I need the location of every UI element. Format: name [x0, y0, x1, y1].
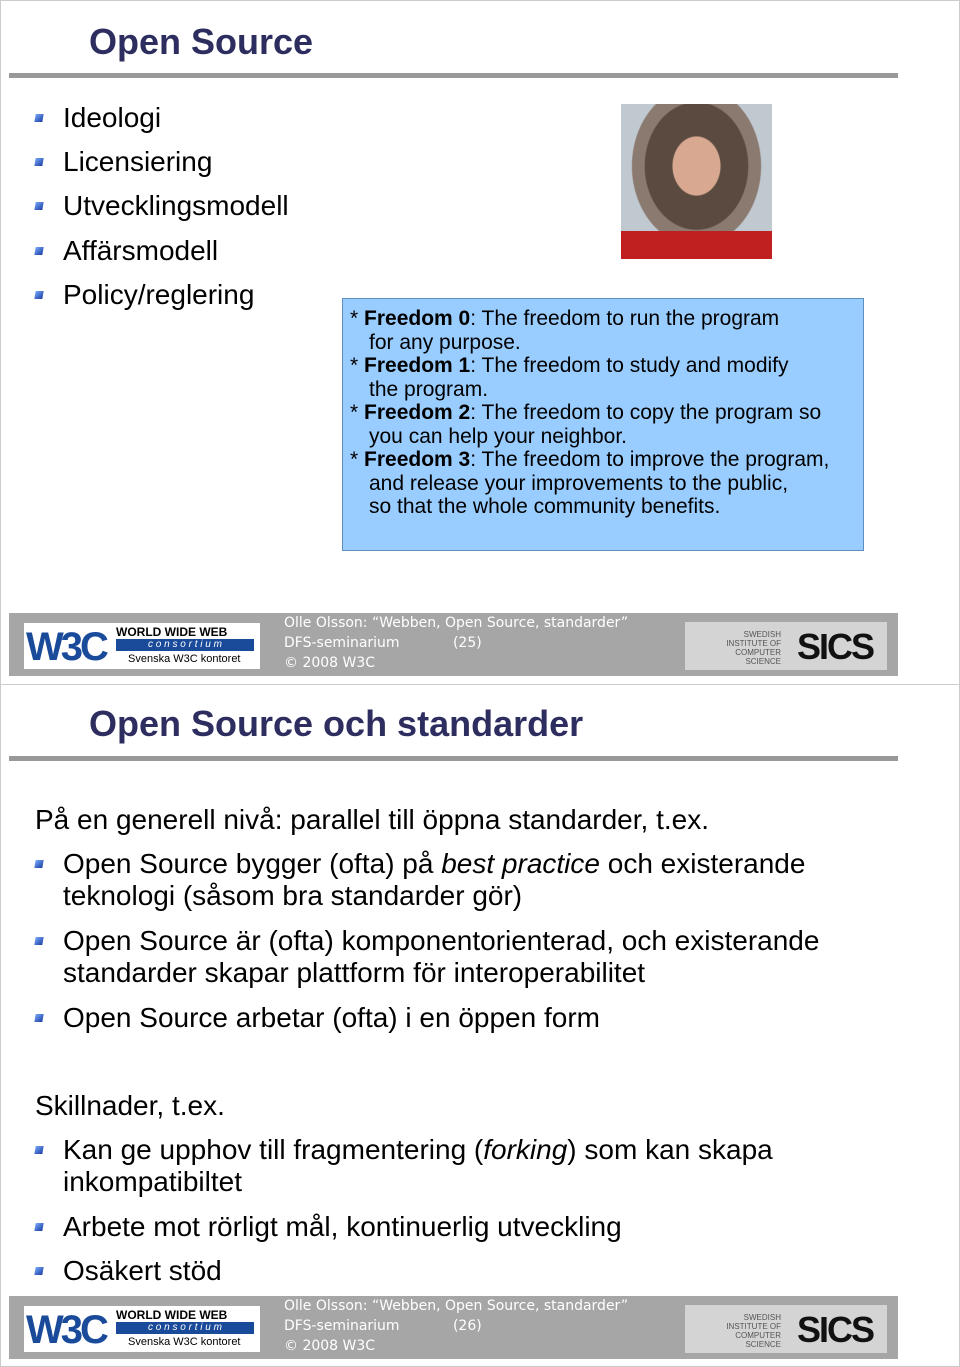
- bullet-item: Kan ge upphov till fragmentering (forkin…: [63, 1134, 773, 1197]
- bullet-item: Osäkert stöd: [63, 1255, 222, 1286]
- bullet-icon: [34, 1267, 44, 1275]
- footer-copyright: © 2008 W3C: [284, 1338, 376, 1354]
- freedoms-box: * Freedom 0: The freedom to run the prog…: [342, 298, 864, 551]
- bullet-item: Utvecklingsmodell: [63, 190, 289, 221]
- title-divider: [9, 73, 898, 78]
- slide-footer: W3C WORLD WIDE WEB c o n s o r t i u m S…: [9, 1296, 898, 1359]
- slide-footer: W3C WORLD WIDE WEB c o n s o r t i u m S…: [9, 613, 898, 676]
- bullet-icon: [34, 291, 44, 299]
- bullet-item: Ideologi: [63, 102, 162, 133]
- bullet-icon: [34, 937, 44, 945]
- slide-title: Open Source: [89, 21, 314, 62]
- bullet-icon: [34, 1146, 44, 1154]
- footer-copyright: © 2008 W3C: [284, 655, 376, 671]
- footer-event: DFS-seminarium (25): [284, 635, 482, 651]
- footer-event: DFS-seminarium (26): [284, 1318, 482, 1334]
- bullet-item: Open Source bygger (ofta) på best practi…: [63, 848, 806, 911]
- slide-2: Open Source och standarder På en generel…: [0, 684, 960, 1367]
- portrait-photo: [621, 104, 772, 259]
- bullet-item: Affärsmodell: [63, 235, 219, 266]
- bullet-icon: [34, 158, 44, 166]
- slide-title: Open Source och standarder: [89, 703, 584, 744]
- footer-title: Olle Olsson: “Webben, Open Source, stand…: [284, 1298, 629, 1314]
- w3c-logo: W3C WORLD WIDE WEB c o n s o r t i u m S…: [24, 1306, 260, 1352]
- bullet-item: Licensiering: [63, 146, 213, 177]
- intro-text: Skillnader, t.ex.: [35, 1090, 225, 1121]
- title-divider: [9, 756, 898, 761]
- footer-title: Olle Olsson: “Webben, Open Source, stand…: [284, 615, 629, 631]
- slide-1: Open Source Ideologi Licensiering Utveck…: [0, 0, 960, 685]
- bullet-icon: [34, 114, 44, 122]
- intro-text: På en generell nivå: parallel till öppna…: [35, 804, 709, 835]
- bullet-icon: [34, 1014, 44, 1022]
- bullet-item: Arbete mot rörligt mål, kontinuerlig utv…: [63, 1211, 622, 1242]
- sics-logo: SWEDISH INSTITUTE OF COMPUTER SCIENCE SI…: [685, 1305, 887, 1353]
- w3c-logo: W3C WORLD WIDE WEB c o n s o r t i u m S…: [24, 623, 260, 669]
- bullet-item: Open Source arbetar (ofta) i en öppen fo…: [63, 1002, 600, 1033]
- bullet-item: Policy/reglering: [63, 279, 255, 310]
- bullet-icon: [34, 202, 44, 210]
- bullet-icon: [34, 247, 44, 255]
- bullet-icon: [34, 1223, 44, 1231]
- bullet-icon: [34, 860, 44, 868]
- sics-logo: SWEDISH INSTITUTE OF COMPUTER SCIENCE SI…: [685, 622, 887, 670]
- bullet-item: Open Source är (ofta) komponentorientera…: [63, 925, 820, 988]
